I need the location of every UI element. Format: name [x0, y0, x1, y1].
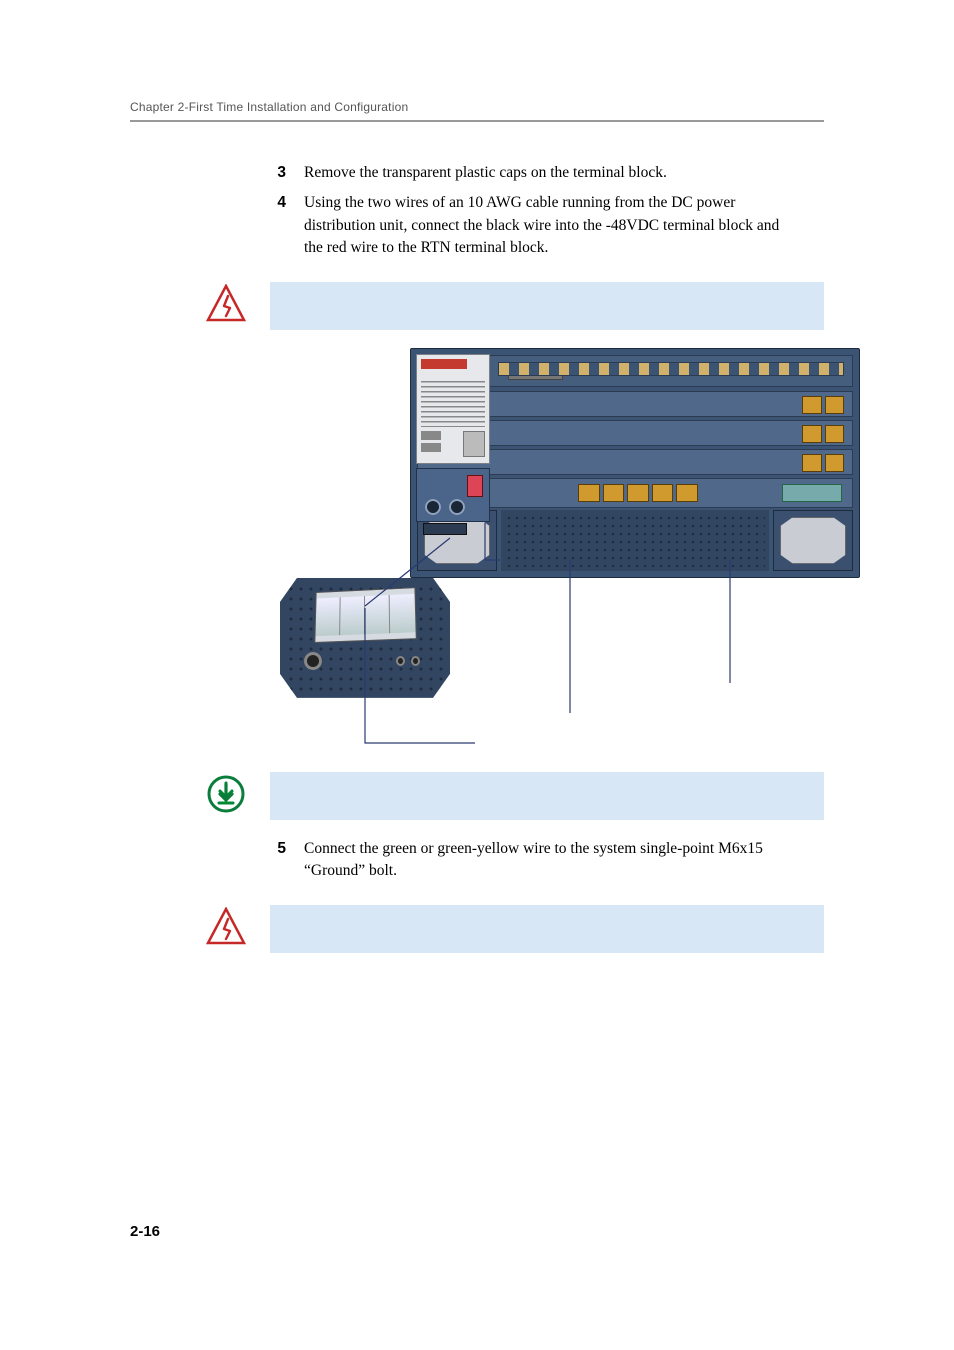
step-3: 3 Remove the transparent plastic caps on… — [270, 162, 790, 184]
power-entry-panel — [416, 468, 490, 522]
step-number: 4 — [270, 192, 286, 259]
vent-grille — [501, 510, 769, 571]
warning-triangle-icon — [206, 284, 246, 324]
warning-callout-2 — [130, 905, 824, 953]
breaker-switch-icon — [467, 475, 483, 497]
step-text: Remove the transparent plastic caps on t… — [304, 162, 790, 184]
step-text: Using the two wires of an 10 AWG cable r… — [304, 192, 790, 259]
step-text: Connect the green or green-yellow wire t… — [304, 838, 790, 883]
tip-arrow-icon — [206, 774, 246, 814]
callout-bar — [270, 905, 824, 953]
header-rule — [130, 120, 824, 122]
ground-bolt-icon — [304, 652, 322, 670]
content-column: 3 Remove the transparent plastic caps on… — [270, 162, 790, 260]
step-number: 3 — [270, 162, 286, 184]
step-number: 5 — [270, 838, 286, 883]
callout-bar — [270, 282, 824, 330]
page: Chapter 2-First Time Installation and Co… — [0, 0, 954, 953]
step-5: 5 Connect the green or green-yellow wire… — [270, 838, 790, 883]
running-header: Chapter 2-First Time Installation and Co… — [130, 100, 824, 120]
warning-callout-1 — [130, 282, 824, 330]
fan-module-right — [773, 510, 853, 571]
step-4: 4 Using the two wires of an 10 AWG cable… — [270, 192, 790, 259]
callout-bar — [270, 772, 824, 820]
page-number: 2-16 — [130, 1223, 160, 1240]
warning-triangle-icon — [206, 907, 246, 947]
terminal-block-icon — [314, 587, 416, 643]
terminal-block-figure — [190, 348, 830, 748]
top-label — [508, 362, 563, 380]
rating-tag — [423, 523, 467, 535]
label-text-lines — [421, 381, 485, 427]
tip-callout — [130, 772, 824, 820]
content-column-2: 5 Connect the green or green-yellow wire… — [270, 838, 790, 883]
info-label-panel — [416, 354, 490, 464]
cf-slot — [782, 484, 842, 502]
brand-logo-icon — [421, 359, 467, 369]
terminal-block-detail — [280, 578, 450, 698]
weee-icon — [463, 431, 485, 457]
